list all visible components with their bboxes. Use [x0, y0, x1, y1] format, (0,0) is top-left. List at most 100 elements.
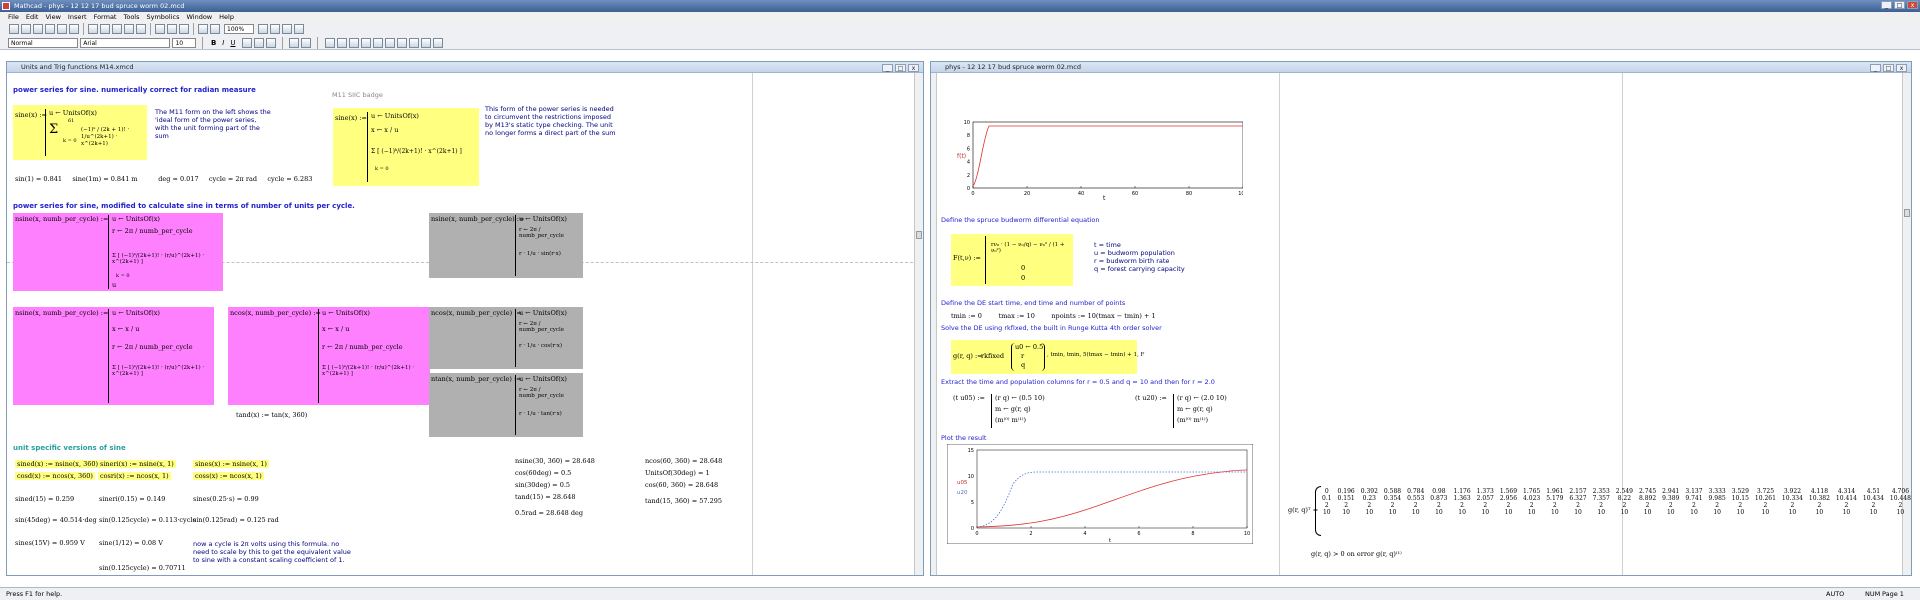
insert-graph-icon[interactable] [179, 24, 189, 34]
symbolic-icon[interactable] [432, 38, 443, 48]
solve-region[interactable]: g(r, q) := rkfixed u0 ← 0.5 r q , tmin, … [951, 340, 1144, 374]
matrix-cell: 10 [1365, 509, 1374, 516]
matrix-row: 0.1 0.151 0.23 0.354 0.553 0.873 1.363 2.057 2.9… [1319, 495, 1914, 502]
insert-unit-icon[interactable] [258, 24, 268, 34]
def-sineri[interactable]: sineri(x) := nsine(x, 1) [98, 460, 176, 468]
ncos-definition-region[interactable]: ncos(x, numb_per_cycle) := u ← UnitsOf(x… [228, 307, 430, 405]
math-palette-icon[interactable] [324, 38, 335, 48]
menu-window[interactable]: Window [186, 13, 212, 21]
menu-tools[interactable]: Tools [123, 13, 139, 21]
sine-m13-region[interactable]: sine(x) := u ← UnitsOf(x) x ← x / u Σ [ … [333, 108, 479, 186]
underline-button[interactable]: U [230, 39, 235, 47]
redo-icon[interactable] [136, 24, 146, 34]
numbering-icon[interactable] [301, 38, 312, 48]
plot2-ytick: 0 [971, 526, 974, 532]
nsine-alt-region[interactable]: nsine(x, numb_per_cycle) := u ← UnitsOf(… [13, 307, 214, 405]
menu-help[interactable]: Help [219, 13, 234, 21]
population-plot-1[interactable]: 1086420020406080100 f(t) t [943, 118, 1243, 200]
matrix-row: 10 10 10 10 10 10 10 10 10 10 10 10 10 10 10 10 10 10 10 10… [1319, 509, 1914, 516]
menu-format[interactable]: Format [94, 13, 117, 21]
bold-button[interactable]: B [211, 39, 216, 47]
menu-file[interactable]: File [8, 13, 19, 21]
align-right-icon[interactable] [265, 38, 276, 48]
style-select[interactable]: Normal [8, 38, 78, 48]
scroll-thumb[interactable] [1904, 209, 1910, 217]
greek-icon[interactable] [420, 38, 431, 48]
left-close-button[interactable]: x [908, 64, 919, 72]
new-icon[interactable] [9, 24, 19, 34]
matrix-cell: 10 [1551, 509, 1559, 516]
help-icon[interactable] [294, 24, 304, 34]
nsine-closed-form-region[interactable]: nsine(x, numb_per_cycle) := u ← UnitsOf(… [429, 213, 583, 278]
right-minimize-button[interactable]: _ [1870, 64, 1881, 72]
calculator-icon[interactable] [336, 38, 347, 48]
menu-edit[interactable]: Edit [26, 13, 39, 21]
matrix-cell: 2 [1367, 502, 1372, 509]
heading-extract: Extract the time and population columns … [941, 378, 1215, 386]
align-center-icon[interactable] [253, 38, 264, 48]
size-select[interactable]: 10 [172, 38, 197, 48]
programming-icon[interactable] [408, 38, 419, 48]
def-cosd[interactable]: cosd(x) := ncos(x, 360) [15, 472, 95, 480]
menu-symbolics[interactable]: Symbolics [147, 13, 180, 21]
scroll-thumb[interactable] [916, 231, 922, 239]
menu-view[interactable]: View [45, 13, 60, 21]
def-sined[interactable]: sined(x) := nsine(x, 360) [15, 460, 101, 468]
copy-icon[interactable] [100, 24, 110, 34]
print-icon[interactable] [45, 24, 55, 34]
matrix-cell: 10 [1842, 509, 1851, 516]
de-definition-region[interactable]: F(t,ν) := rν₀ · (1 − ν₀/q) − ν₀² / (1 + … [951, 234, 1073, 286]
undo-icon[interactable] [124, 24, 134, 34]
graph-icon[interactable] [348, 38, 359, 48]
matrix-cell: 5.179 [1546, 495, 1564, 502]
left-vscrollbar[interactable] [914, 73, 923, 575]
def-cosri[interactable]: cosri(x) := ncos(x, 1) [98, 472, 171, 480]
italic-button[interactable]: I [222, 39, 224, 47]
spell-icon[interactable] [69, 24, 79, 34]
matrix-cell: 10 [1481, 509, 1490, 516]
boolean-icon[interactable] [396, 38, 407, 48]
status-page: Page 1 [1882, 590, 1904, 598]
def-sines[interactable]: sines(x) := nsine(x, 1) [193, 460, 269, 468]
sine-definition-region[interactable]: sine(x) := u ← UnitsOf(x) Σ 61 k = 0 (−1… [13, 105, 147, 160]
menu-insert[interactable]: Insert [68, 13, 87, 21]
minimize-button[interactable]: _ [1881, 1, 1892, 9]
calculus-icon[interactable] [384, 38, 395, 48]
component-icon[interactable] [282, 24, 292, 34]
insert-function-icon[interactable] [210, 24, 220, 34]
open-icon[interactable] [21, 24, 31, 34]
cut-icon[interactable] [88, 24, 98, 34]
matrix-cell: 1.765 [1523, 488, 1541, 495]
nsine-definition-region[interactable]: nsine(x, numb_per_cycle) := u ← UnitsOf(… [13, 213, 223, 291]
insert-matrix-icon[interactable] [198, 24, 208, 34]
resource-icon[interactable] [270, 24, 280, 34]
extract-u20[interactable]: (t u20) := (r q) ← (2.0 10) m ← g(r, q) … [1133, 392, 1243, 430]
save-icon[interactable] [33, 24, 43, 34]
plot1-frame [972, 121, 1243, 189]
extract-u05[interactable]: (t u05) := (r q) ← (0.5 10) m ← g(r, q) … [951, 392, 1061, 430]
def-coss[interactable]: coss(x) := ncos(x, 1) [193, 472, 264, 480]
matrix-cell: 2 [1344, 502, 1349, 509]
evaluation-icon[interactable] [372, 38, 383, 48]
ntan-closed-form-region[interactable]: ntan(x, numb_per_cycle) := u ← UnitsOf(x… [429, 373, 583, 437]
align-icon[interactable] [155, 24, 165, 34]
align-left-icon[interactable] [241, 38, 252, 48]
preview-icon[interactable] [57, 24, 67, 34]
matrix-icon[interactable] [360, 38, 371, 48]
result-sines-volt: sines(15V) = 0.959 V [15, 539, 85, 547]
maximize-button[interactable]: □ [1894, 1, 1905, 9]
plot2-xtick: 0 [975, 531, 978, 537]
population-plot-2[interactable]: 1510500 2 4 6 8 10 u05 u20 t [947, 444, 1253, 544]
left-maximize-button[interactable]: □ [895, 64, 906, 72]
close-button[interactable]: x [1907, 1, 1918, 9]
zoom-select[interactable]: 100% [224, 24, 254, 34]
calculate-icon[interactable] [167, 24, 177, 34]
left-minimize-button[interactable]: _ [882, 64, 893, 72]
paste-icon[interactable] [112, 24, 122, 34]
font-select[interactable]: Arial [80, 38, 171, 48]
result-e-3: tand(15, 360) = 57.295 [645, 497, 723, 505]
bullets-icon[interactable] [289, 38, 300, 48]
right-maximize-button[interactable]: □ [1883, 64, 1894, 72]
ncos-closed-form-region[interactable]: ncos(x, numb_per_cycle) := u ← UnitsOf(x… [429, 307, 583, 369]
right-close-button[interactable]: x [1896, 64, 1907, 72]
